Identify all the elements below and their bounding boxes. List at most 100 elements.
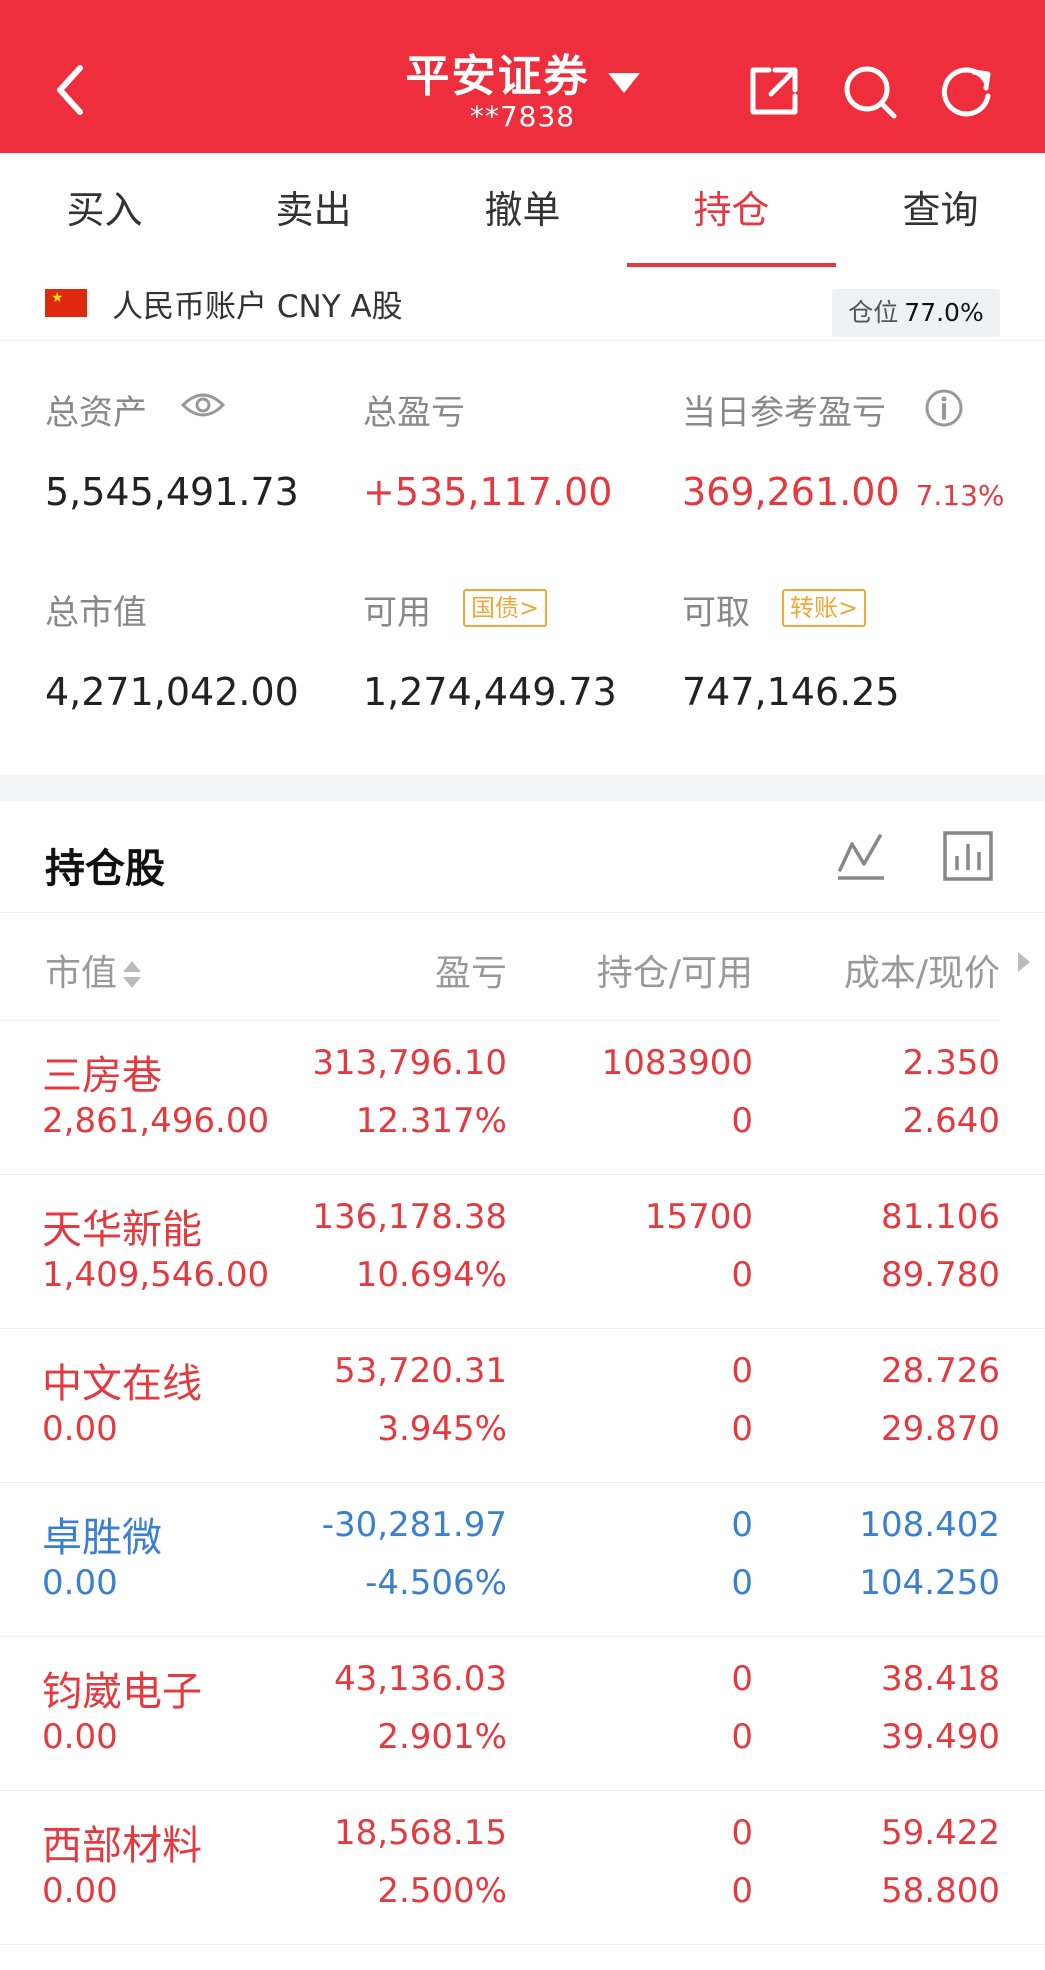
total-pl-label: 总盈亏 bbox=[363, 393, 465, 433]
bond-button[interactable]: 国债> bbox=[463, 589, 548, 627]
holdings-separator bbox=[0, 912, 1045, 913]
caret-down-icon[interactable] bbox=[607, 72, 640, 93]
total-assets-label: 总资产 bbox=[45, 393, 147, 433]
holdings-list: 三房巷 2,861,496.00 313,796.10 12.317% 1083… bbox=[0, 1021, 1045, 1945]
sort-icon[interactable] bbox=[123, 957, 142, 993]
trade-tabs: 买入 卖出 撤单 持仓 查询 bbox=[0, 153, 1045, 267]
stock-pl-percent: 12.317% bbox=[355, 1101, 507, 1141]
search-icon[interactable] bbox=[840, 62, 898, 120]
stock-pl: 313,796.10 bbox=[312, 1043, 507, 1083]
total-assets-value: 5,545,491.73 bbox=[45, 470, 299, 514]
column-cost-price: 成本/现价 bbox=[843, 953, 1000, 994]
withdrawable-label: 可取 bbox=[682, 593, 750, 633]
table-row[interactable]: 中文在线 0.00 53,720.31 3.945% 0 0 28.726 29… bbox=[0, 1329, 1045, 1483]
tab-cancel[interactable]: 撤单 bbox=[418, 153, 627, 267]
stock-pl-percent: 3.945% bbox=[377, 1409, 507, 1449]
column-market-value-label: 市值 bbox=[45, 953, 118, 994]
refresh-icon[interactable] bbox=[938, 62, 996, 120]
stock-name: 钧崴电子 bbox=[42, 1669, 202, 1715]
stock-available: 0 bbox=[731, 1717, 753, 1757]
stock-pl: 53,720.31 bbox=[333, 1351, 507, 1391]
info-icon[interactable] bbox=[924, 388, 964, 428]
position-label: 仓位 bbox=[848, 298, 899, 327]
app-header: 平安证券 **7838 bbox=[0, 0, 1045, 153]
stock-qty: 0 bbox=[731, 1351, 753, 1391]
tab-sell[interactable]: 卖出 bbox=[209, 153, 418, 267]
available-value: 1,274,449.73 bbox=[363, 670, 617, 714]
stock-market-value: 0.00 bbox=[42, 1717, 118, 1757]
daily-pl-percent: 7.13% bbox=[915, 479, 1005, 512]
stock-pl: 43,136.03 bbox=[333, 1659, 507, 1699]
stock-market-value: 2,861,496.00 bbox=[42, 1101, 270, 1141]
bar-chart-icon[interactable] bbox=[942, 830, 994, 882]
stock-name: 三房巷 bbox=[42, 1053, 162, 1099]
stock-cost: 81.106 bbox=[881, 1197, 1000, 1237]
table-row[interactable]: 三房巷 2,861,496.00 313,796.10 12.317% 1083… bbox=[0, 1021, 1045, 1175]
stock-pl-percent: 2.901% bbox=[377, 1717, 507, 1757]
column-market-value[interactable]: 市值 bbox=[45, 944, 142, 996]
position-ratio-badge: 仓位 77.0% bbox=[832, 289, 1000, 337]
stock-price: 58.800 bbox=[881, 1871, 1000, 1911]
daily-pl-label: 当日参考盈亏 bbox=[682, 393, 886, 433]
table-row[interactable]: 卓胜微 0.00 -30,281.97 -4.506% 0 0 108.402 … bbox=[0, 1483, 1045, 1637]
stock-qty: 1083900 bbox=[601, 1043, 753, 1083]
stock-cost: 38.418 bbox=[881, 1659, 1000, 1699]
available-label: 可用 bbox=[363, 593, 431, 633]
stock-available: 0 bbox=[731, 1101, 753, 1141]
stock-pl-percent: 10.694% bbox=[355, 1255, 507, 1295]
table-row[interactable]: 钧崴电子 0.00 43,136.03 2.901% 0 0 38.418 39… bbox=[0, 1637, 1045, 1791]
chevron-right-icon[interactable] bbox=[1018, 952, 1030, 972]
stock-cost: 108.402 bbox=[859, 1505, 1000, 1545]
stock-price: 89.780 bbox=[881, 1255, 1000, 1295]
stock-cost: 59.422 bbox=[881, 1813, 1000, 1853]
stock-price: 29.870 bbox=[881, 1409, 1000, 1449]
stock-cost: 28.726 bbox=[881, 1351, 1000, 1391]
stock-market-value: 0.00 bbox=[42, 1871, 118, 1911]
daily-pl-value: 369,261.00 bbox=[682, 470, 900, 514]
market-value-label: 总市值 bbox=[45, 593, 147, 633]
stock-qty: 0 bbox=[731, 1505, 753, 1545]
stock-qty: 15700 bbox=[644, 1197, 753, 1237]
total-pl-value: +535,117.00 bbox=[363, 470, 613, 514]
stock-name: 天华新能 bbox=[42, 1207, 202, 1253]
china-flag-icon: ★ bbox=[45, 289, 87, 317]
stock-cost: 2.350 bbox=[902, 1043, 1000, 1083]
stock-pl-percent: -4.506% bbox=[365, 1563, 507, 1603]
account-row: ★ 人民币账户 CNY A股 仓位 77.0% bbox=[0, 267, 1045, 341]
daily-pl-row: 369,261.00 7.13% bbox=[682, 470, 1005, 514]
tab-query[interactable]: 查询 bbox=[836, 153, 1045, 267]
stock-price: 104.250 bbox=[859, 1563, 1000, 1603]
stock-price: 39.490 bbox=[881, 1717, 1000, 1757]
holdings-title: 持仓股 bbox=[45, 846, 165, 892]
stock-pl: 136,178.38 bbox=[312, 1197, 507, 1237]
stock-name: 中文在线 bbox=[42, 1361, 202, 1407]
stock-market-value: 1,409,546.00 bbox=[42, 1255, 270, 1295]
eye-icon[interactable] bbox=[180, 390, 226, 420]
tab-holdings[interactable]: 持仓 bbox=[627, 153, 836, 267]
table-row[interactable]: 天华新能 1,409,546.00 136,178.38 10.694% 157… bbox=[0, 1175, 1045, 1329]
transfer-button[interactable]: 转账> bbox=[782, 589, 867, 627]
stock-pl: -30,281.97 bbox=[321, 1505, 507, 1545]
column-qty-available: 持仓/可用 bbox=[596, 953, 753, 994]
withdrawable-value: 747,146.25 bbox=[682, 670, 900, 714]
broker-title[interactable]: 平安证券 bbox=[406, 40, 590, 104]
share-icon[interactable] bbox=[745, 62, 803, 120]
stock-qty: 0 bbox=[731, 1659, 753, 1699]
stock-available: 0 bbox=[731, 1563, 753, 1603]
stock-available: 0 bbox=[731, 1255, 753, 1295]
stock-market-value: 0.00 bbox=[42, 1409, 118, 1449]
line-chart-icon[interactable] bbox=[836, 830, 886, 882]
stock-available: 0 bbox=[731, 1871, 753, 1911]
table-row[interactable]: 西部材料 0.00 18,568.15 2.500% 0 0 59.422 58… bbox=[0, 1791, 1045, 1945]
stock-market-value: 0.00 bbox=[42, 1563, 118, 1603]
section-divider bbox=[0, 775, 1045, 801]
position-value: 77.0% bbox=[904, 298, 984, 327]
stock-pl: 18,568.15 bbox=[333, 1813, 507, 1853]
market-value-value: 4,271,042.00 bbox=[45, 670, 299, 714]
stock-qty: 0 bbox=[731, 1813, 753, 1853]
stock-name: 卓胜微 bbox=[42, 1515, 162, 1561]
tab-buy[interactable]: 买入 bbox=[0, 153, 209, 267]
stock-name: 西部材料 bbox=[42, 1823, 202, 1869]
column-pl: 盈亏 bbox=[434, 953, 507, 994]
stock-price: 2.640 bbox=[902, 1101, 1000, 1141]
